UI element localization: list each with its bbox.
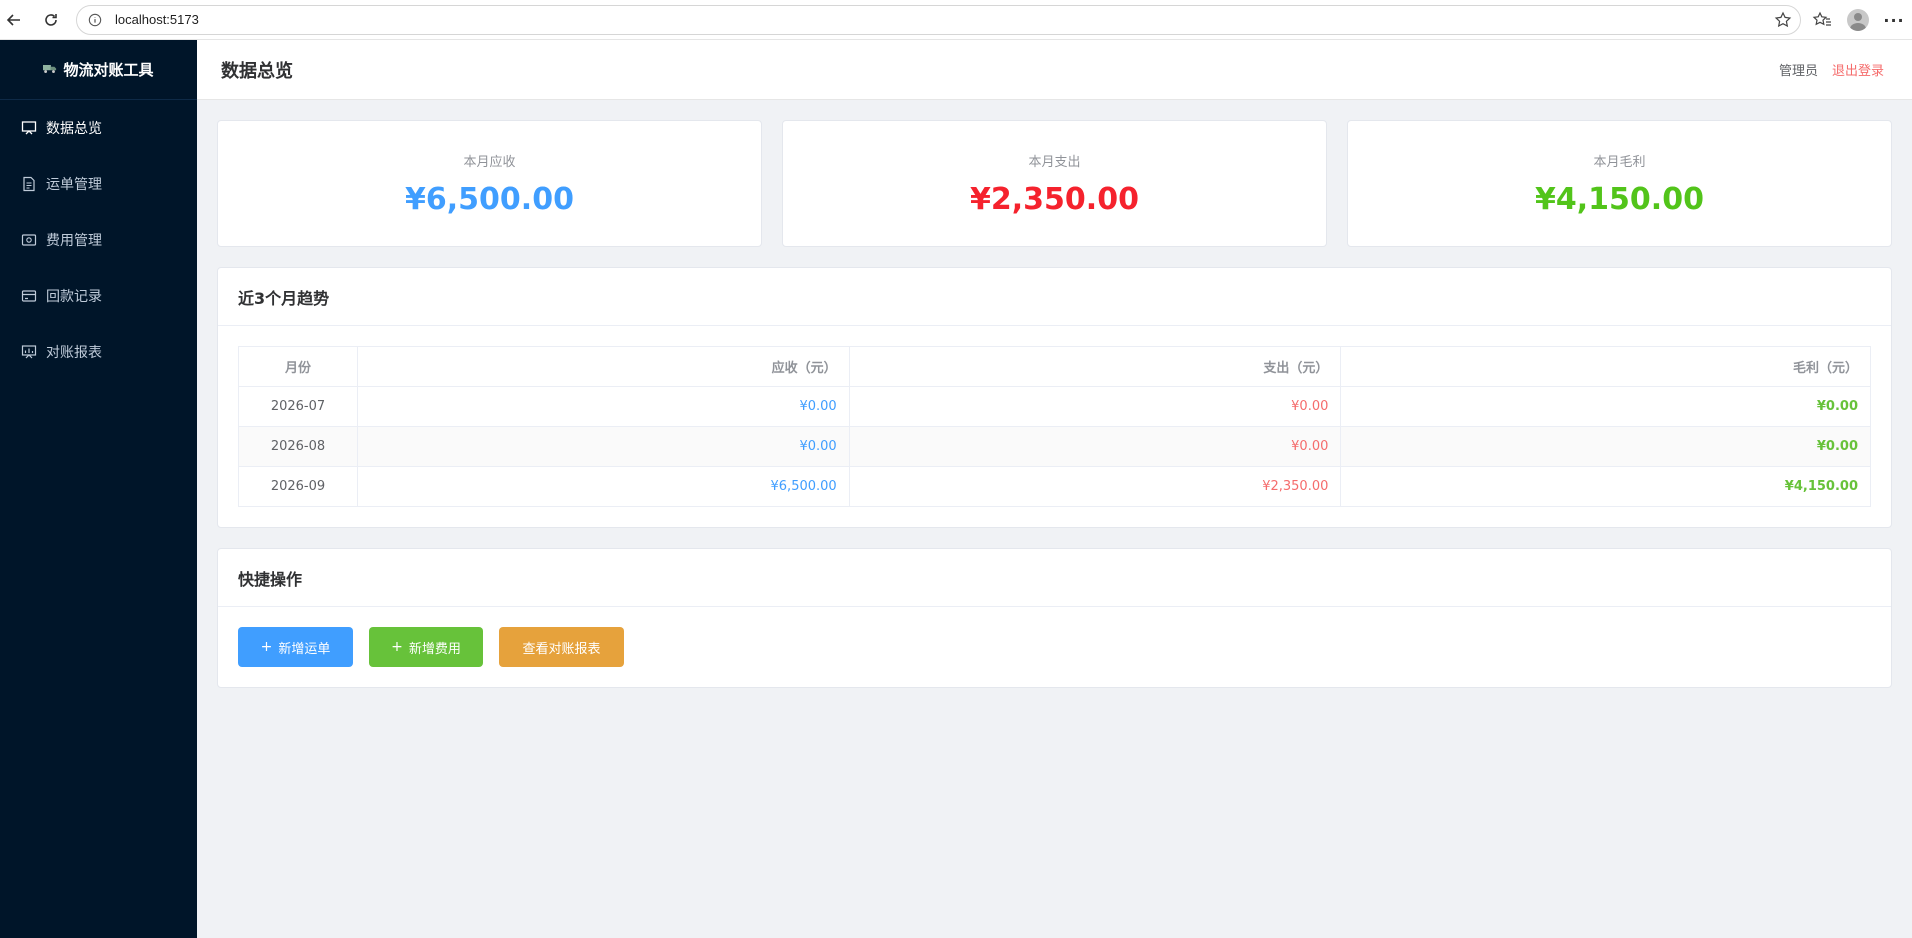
cell-expense: ¥0.00	[848, 386, 1342, 427]
stats-row: 本月应收 ¥6,500.00 本月支出 ¥2,350.00 本月毛利 ¥4,15…	[217, 120, 1892, 247]
monitor-icon	[20, 119, 38, 137]
button-label: 新增费用	[408, 641, 461, 657]
column-header-profit: 毛利（元）	[1340, 346, 1871, 387]
sidebar-item-label: 对账报表	[46, 345, 102, 361]
report-icon	[20, 343, 38, 361]
sidebar-menu: 数据总览 运单管理 费用管理 回款记录 对账报表	[0, 100, 197, 380]
quick-actions-title: 快捷操作	[218, 549, 1891, 607]
column-header-receivable: 应收（元）	[357, 346, 850, 387]
table-header-row: 月份 应收（元） 支出（元） 毛利（元）	[238, 346, 1871, 387]
trend-table: 月份 应收（元） 支出（元） 毛利（元） 2026-07 ¥0.00 ¥0.00…	[238, 346, 1871, 507]
table-row: 2026-09 ¥6,500.00 ¥2,350.00 ¥4,150.00	[238, 466, 1871, 507]
plus-icon: +	[260, 639, 273, 655]
cell-profit: ¥0.00	[1340, 426, 1871, 467]
user-name: 管理员	[1778, 64, 1818, 79]
stat-label: 本月应收	[463, 154, 516, 170]
quick-actions-panel: 快捷操作 + 新增运单 + 新增费用 查看对账报表	[217, 548, 1892, 688]
stat-label: 本月支出	[1028, 154, 1081, 170]
stat-value: ¥6,500.00	[405, 181, 574, 217]
column-header-expense: 支出（元）	[848, 346, 1342, 387]
profile-avatar-icon[interactable]	[1840, 2, 1876, 38]
sidebar-item-label: 回款记录	[46, 289, 102, 305]
cell-expense: ¥0.00	[848, 426, 1342, 467]
url-text: localhost:5173	[115, 12, 199, 27]
document-icon	[20, 175, 38, 193]
wallet-icon	[20, 231, 38, 249]
button-label: 新增运单	[278, 641, 331, 657]
back-icon[interactable]	[0, 5, 28, 35]
sidebar-item-reports[interactable]: 对账报表	[0, 324, 197, 380]
trend-panel: 近3个月趋势 月份 应收（元） 支出（元） 毛利（元） 2026-07 ¥0.0…	[217, 267, 1892, 528]
sidebar-item-label: 数据总览	[46, 121, 102, 137]
sidebar-item-dashboard[interactable]: 数据总览	[0, 100, 197, 156]
stat-card-profit: 本月毛利 ¥4,150.00	[1347, 120, 1892, 247]
button-label: 查看对账报表	[522, 641, 601, 657]
stat-value: ¥2,350.00	[970, 181, 1139, 217]
brand-title: 物流对账工具	[63, 61, 154, 79]
trend-title: 近3个月趋势	[218, 268, 1891, 326]
logout-link[interactable]: 退出登录	[1832, 60, 1884, 79]
address-bar[interactable]: localhost:5173	[76, 4, 1801, 35]
cell-receivable: ¥6,500.00	[357, 466, 850, 507]
cell-month: 2026-09	[238, 466, 358, 507]
sidebar-item-payments[interactable]: 回款记录	[0, 268, 197, 324]
reload-icon[interactable]	[36, 5, 66, 35]
add-fee-button[interactable]: + 新增费用	[369, 627, 483, 667]
column-header-month: 月份	[238, 346, 358, 387]
bookmark-star-icon[interactable]	[1774, 11, 1792, 29]
cell-month: 2026-08	[238, 426, 358, 467]
plus-icon: +	[391, 639, 403, 655]
truck-icon	[43, 62, 57, 78]
credit-card-icon	[20, 287, 38, 305]
browser-toolbar: localhost:5173 ···	[0, 0, 1912, 40]
cell-receivable: ¥0.00	[357, 426, 850, 467]
sidebar-item-fees[interactable]: 费用管理	[0, 212, 197, 268]
main-area: 数据总览 管理员 退出登录 本月应收 ¥6,500.00 本月支出 ¥2,350…	[197, 40, 1912, 938]
stat-label: 本月毛利	[1593, 154, 1646, 170]
sidebar-item-label: 运单管理	[46, 177, 102, 193]
cell-profit: ¥4,150.00	[1340, 466, 1871, 507]
view-report-button[interactable]: 查看对账报表	[499, 627, 624, 667]
stat-card-expense: 本月支出 ¥2,350.00	[782, 120, 1327, 247]
site-info-icon[interactable]	[87, 12, 103, 28]
table-row: 2026-08 ¥0.00 ¥0.00 ¥0.00	[238, 426, 1871, 467]
cell-month: 2026-07	[238, 386, 358, 427]
cell-expense: ¥2,350.00	[848, 466, 1342, 507]
stat-value: ¥4,150.00	[1535, 181, 1704, 217]
stat-card-receivable: 本月应收 ¥6,500.00	[217, 120, 762, 247]
page-title: 数据总览	[221, 60, 293, 82]
favorites-icon[interactable]	[1804, 2, 1840, 38]
sidebar-item-label: 费用管理	[46, 233, 102, 249]
brand: 物流对账工具	[0, 40, 197, 100]
header: 数据总览 管理员 退出登录	[197, 40, 1912, 100]
content: 本月应收 ¥6,500.00 本月支出 ¥2,350.00 本月毛利 ¥4,15…	[197, 100, 1912, 708]
cell-profit: ¥0.00	[1340, 386, 1871, 427]
sidebar-item-waybills[interactable]: 运单管理	[0, 156, 197, 212]
add-waybill-button[interactable]: + 新增运单	[238, 627, 353, 667]
cell-receivable: ¥0.00	[357, 386, 850, 427]
sidebar: 物流对账工具 数据总览 运单管理 费用管理 回款记录 对账报表	[0, 40, 197, 938]
more-menu-icon[interactable]: ···	[1876, 2, 1912, 38]
table-row: 2026-07 ¥0.00 ¥0.00 ¥0.00	[238, 386, 1871, 427]
